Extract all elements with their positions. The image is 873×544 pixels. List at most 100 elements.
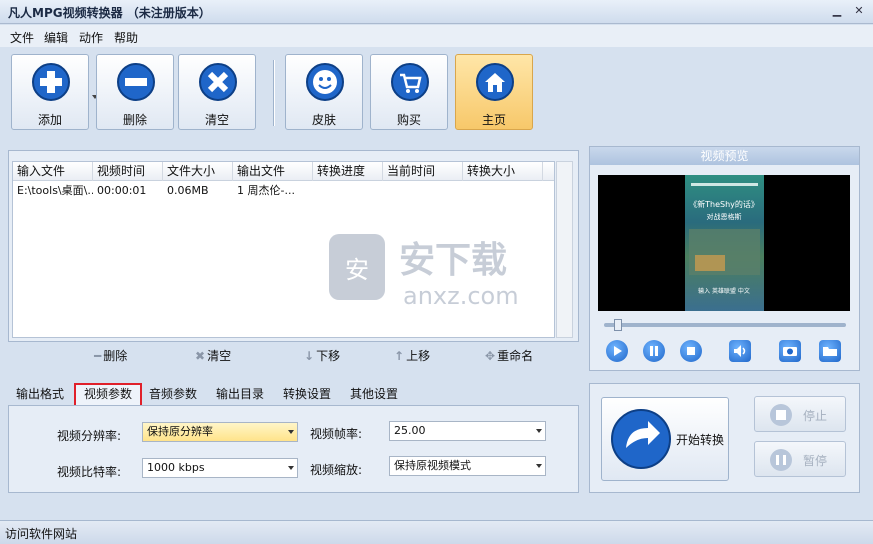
add-button[interactable]: 添加 bbox=[11, 54, 98, 130]
tab-video-params[interactable]: 视频参数 bbox=[74, 383, 143, 407]
video-frame: 《新TheShy的话》 对战恩格斯 输入 英雄联盟 中文 bbox=[685, 175, 764, 311]
tab-output-dir[interactable]: 输出目录 bbox=[216, 385, 264, 402]
column-header[interactable]: 文件大小 bbox=[163, 162, 233, 181]
list-clear-button[interactable]: ✖ 清空 bbox=[195, 347, 231, 364]
watermark-badge: 安 bbox=[345, 256, 369, 284]
pause-icon bbox=[650, 346, 658, 356]
resolution-select[interactable]: 保持原分辨率 bbox=[142, 422, 298, 442]
clear-label: 清空 bbox=[204, 113, 229, 127]
skin-label: 皮肤 bbox=[311, 113, 336, 127]
list-delete-label: 删除 bbox=[103, 349, 128, 363]
folder-icon bbox=[823, 347, 837, 356]
move-up-label: 上移 bbox=[406, 349, 431, 363]
buy-button[interactable]: 购买 bbox=[370, 54, 448, 130]
close-icon bbox=[199, 63, 237, 101]
clear-button[interactable]: 清空 bbox=[178, 54, 256, 130]
watermark-text-en: anxz.com bbox=[403, 282, 519, 310]
scale-label: 视频缩放: bbox=[310, 463, 363, 477]
menu-bar: 文件 编辑 动作 帮助 bbox=[0, 25, 873, 47]
bitrate-label: 视频比特率: bbox=[57, 465, 122, 479]
tab-audio-params[interactable]: 音频参数 bbox=[149, 385, 197, 402]
list-delete-button[interactable]: ━ 删除 bbox=[94, 347, 127, 364]
volume-button[interactable] bbox=[729, 340, 751, 362]
skin-button[interactable]: 皮肤 bbox=[285, 54, 363, 130]
move-icon: ✥ bbox=[485, 349, 496, 363]
pause-icon bbox=[770, 449, 792, 471]
list-clear-label: 清空 bbox=[207, 349, 232, 363]
menu-file[interactable]: 文件 bbox=[10, 29, 34, 46]
rename-button[interactable]: ✥ 重命名 bbox=[485, 347, 533, 364]
seek-handle[interactable] bbox=[614, 319, 622, 331]
start-convert-button[interactable]: 开始转换 bbox=[601, 397, 729, 481]
snapshot-button[interactable] bbox=[779, 340, 801, 362]
home-label: 主页 bbox=[481, 113, 506, 127]
scrollbar[interactable] bbox=[556, 161, 573, 338]
seek-bar[interactable] bbox=[604, 323, 846, 327]
home-button[interactable]: 主页 bbox=[455, 54, 533, 130]
play-icon bbox=[614, 346, 622, 356]
stop-button[interactable] bbox=[680, 340, 702, 362]
preview-title: 视频预览 bbox=[590, 147, 859, 165]
add-icon bbox=[32, 63, 70, 101]
chevron-down-icon bbox=[536, 464, 542, 468]
tab-other-settings[interactable]: 其他设置 bbox=[350, 385, 398, 402]
video-thumbnail: 《新TheShy的话》 对战恩格斯 输入 英雄联盟 中文 bbox=[689, 183, 760, 295]
bitrate-select[interactable]: 1000 kbps bbox=[142, 458, 298, 478]
delete-button[interactable]: 删除 bbox=[96, 54, 174, 130]
table-header: 输入文件 视频时间 文件大小 输出文件 转换进度 当前时间 转换大小 bbox=[13, 162, 554, 181]
framerate-select[interactable]: 25.00 bbox=[389, 421, 546, 441]
camera-icon bbox=[783, 347, 797, 356]
tab-convert-settings[interactable]: 转换设置 bbox=[283, 385, 331, 402]
minimize-button[interactable]: ▁ bbox=[829, 3, 845, 19]
pause-convert-label: 暂停 bbox=[803, 454, 828, 468]
column-header[interactable]: 当前时间 bbox=[383, 162, 463, 181]
resolution-value: 保持原分辨率 bbox=[147, 425, 213, 438]
volume-icon bbox=[734, 345, 746, 357]
menu-edit[interactable]: 编辑 bbox=[44, 29, 68, 46]
menu-help[interactable]: 帮助 bbox=[114, 29, 138, 46]
scale-select[interactable]: 保持原视频模式 bbox=[389, 456, 546, 476]
pause-convert-button[interactable]: 暂停 bbox=[754, 441, 846, 477]
close-icon: ✖ bbox=[195, 349, 206, 363]
move-up-button[interactable]: ↑ 上移 bbox=[394, 347, 430, 364]
status-bar: 访问软件网站 bbox=[0, 520, 873, 544]
column-header[interactable]: 视频时间 bbox=[93, 162, 163, 181]
rename-label: 重命名 bbox=[497, 349, 534, 363]
column-header[interactable]: 输入文件 bbox=[13, 162, 93, 181]
buy-label: 购买 bbox=[396, 113, 421, 127]
column-header[interactable]: 转换进度 bbox=[313, 162, 383, 181]
chevron-down-icon bbox=[288, 466, 294, 470]
watermark-logo: 安 安下载 anxz.com bbox=[329, 234, 519, 310]
cell-output-file: 1 周杰伦-... bbox=[237, 184, 295, 197]
toolbar-divider bbox=[273, 60, 275, 126]
stop-icon bbox=[687, 347, 695, 355]
close-button[interactable]: ✕ bbox=[851, 3, 867, 19]
toolbar: 添加 删除 清空 皮肤 购买 主页 bbox=[6, 52, 867, 134]
play-button[interactable] bbox=[606, 340, 628, 362]
bitrate-value: 1000 kbps bbox=[147, 461, 205, 474]
open-folder-button[interactable] bbox=[819, 340, 841, 362]
arrow-down-icon: ↓ bbox=[304, 349, 315, 363]
preview-caption-2: 对战恩格斯 bbox=[707, 212, 742, 221]
watermark-text-cn: 安下载 bbox=[399, 240, 507, 281]
column-header[interactable]: 转换大小 bbox=[463, 162, 543, 181]
home-icon bbox=[476, 63, 514, 101]
framerate-value: 25.00 bbox=[394, 424, 426, 437]
refresh-arrow-icon bbox=[611, 409, 671, 469]
stop-convert-button[interactable]: 停止 bbox=[754, 396, 846, 432]
move-down-button[interactable]: ↓ 下移 bbox=[304, 347, 340, 364]
visit-website-link[interactable]: 访问软件网站 bbox=[5, 525, 77, 542]
chevron-down-icon bbox=[288, 430, 294, 434]
settings-tabs: 输出格式 视频参数 音频参数 输出目录 转换设置 其他设置 bbox=[8, 383, 579, 407]
video-screen[interactable]: 《新TheShy的话》 对战恩格斯 输入 英雄联盟 中文 bbox=[598, 175, 850, 311]
tab-output-format[interactable]: 输出格式 bbox=[16, 385, 64, 402]
convert-panel: 开始转换 停止 暂停 bbox=[589, 383, 860, 493]
list-actions: ━ 删除 ✖ 清空 ↓ 下移 ↑ 上移 ✥ 重命名 bbox=[8, 346, 579, 366]
preview-caption-1: 《新TheShy的话》 bbox=[689, 199, 759, 209]
column-header[interactable]: 输出文件 bbox=[233, 162, 313, 181]
menu-action[interactable]: 动作 bbox=[79, 29, 103, 46]
pause-button[interactable] bbox=[643, 340, 665, 362]
scale-value: 保持原视频模式 bbox=[394, 459, 471, 472]
framerate-label: 视频帧率: bbox=[310, 427, 363, 441]
title-bar: 凡人MPG视频转换器 （未注册版本） ▁ ✕ bbox=[0, 0, 873, 24]
